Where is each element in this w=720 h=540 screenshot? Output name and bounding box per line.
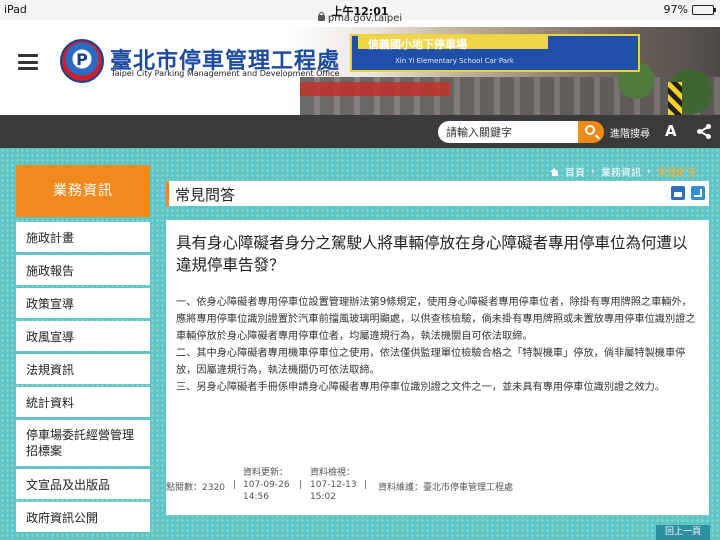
site-header: 信義國小地下停車場 Xin Yi Elementary School Car P… [0, 27, 720, 115]
sidebar-item-ethics-promotion[interactable]: 政風宣導 [16, 321, 150, 351]
faq-answer: 一、依身心障礙者專用停車位設置管理辦法第9條規定，使用身心障礙者專用停車位者，除… [176, 294, 699, 396]
sidebar-item-policy-plan[interactable]: 施政計畫 [16, 222, 150, 252]
answer-paragraph: 二、其中身心障礙者專用機車停車位之使用，依法僅供監理單位檢驗合格之「特製機車」停… [176, 348, 686, 376]
updated-date: 107-09-26 [243, 480, 290, 490]
breadcrumb-separator: › [591, 166, 595, 177]
banner-sign-text: 信義國小地下停車場 [368, 38, 467, 51]
sidebar-item-parking-tender[interactable]: 停車場委託經營管理招標案 [16, 420, 150, 466]
checked-info: 資料檢視： 107-12-13 15:02 [310, 467, 357, 503]
view-count-value: 2320 [202, 483, 225, 493]
sidebar-item-publications[interactable]: 文宣品及出版品 [16, 469, 150, 499]
search-button[interactable] [578, 121, 604, 143]
site-subtitle: Taipei City Parking Management and Devel… [111, 69, 340, 78]
back-icon[interactable] [691, 186, 705, 200]
sidebar-header: 業務資訊 [16, 165, 150, 217]
search-box [438, 121, 604, 143]
faq-question: 具有身心障礙者身分之駕駛人將車輛停放在身心障礙者專用停車位為何遭以違規停車告發？ [176, 234, 688, 274]
share-icon[interactable] [697, 124, 711, 139]
sidebar-menu: 施政計畫 施政報告 政策宣導 政風宣導 法規資訊 統計資料 停車場委託經營管理招… [16, 222, 150, 535]
breadcrumb: 首頁 › 業務資訊 › 常見問答 [550, 164, 697, 179]
updated-time: 14:56 [243, 492, 269, 502]
font-size-icon[interactable]: A [665, 122, 677, 140]
url-text: pma.gov.taipei [327, 13, 403, 24]
divider: | [364, 480, 368, 490]
search-input[interactable] [438, 121, 578, 143]
divider: | [299, 480, 303, 490]
page-title: 常見問答 [175, 186, 236, 204]
home-icon [550, 167, 559, 176]
maintainer-value: 臺北市停車管理工程處 [423, 483, 514, 493]
maintainer-info: 資料維護：臺北市停車管理工程處 [378, 480, 513, 493]
sidebar-item-policy-report[interactable]: 施政報告 [16, 255, 150, 285]
banner-photo-red-sign [300, 82, 450, 96]
sidebar-item-statistics[interactable]: 統計資料 [16, 387, 150, 417]
view-count-label: 點閱數： [166, 483, 203, 493]
back-to-previous-button[interactable]: 回上一頁 [656, 525, 710, 540]
banner-sign-subtext: Xin Yi Elementary School Car Park [395, 57, 514, 65]
updated-label: 資料更新： [243, 468, 289, 478]
answer-paragraph: 一、依身心障礙者專用停車位設置管理辦法第9條規定，使用身心障礙者專用停車位者，除… [176, 297, 696, 342]
breadcrumb-separator: › [647, 166, 651, 177]
advanced-search-link[interactable]: 進階搜尋 [610, 125, 650, 140]
maintainer-label: 資料維護： [378, 483, 424, 493]
answer-paragraph: 三、另身心障礙者手冊係申請身心障礙者專用停車位識別證之文件之一，並未具有專用停車… [176, 382, 665, 393]
view-count: 點閱數：2320 [166, 480, 225, 493]
updated-info: 資料更新： 107-09-26 14:56 [243, 467, 290, 503]
sidebar-item-regulations[interactable]: 法規資訊 [16, 354, 150, 384]
breadcrumb-current: 常見問答 [657, 168, 697, 179]
site-logo[interactable]: P [60, 39, 104, 83]
search-icon [585, 125, 595, 135]
sidebar-item-policy-promotion[interactable]: 政策宣導 [16, 288, 150, 318]
main-area: 首頁 › 業務資訊 › 常見問答 業務資訊 施政計畫 施政報告 政策宣導 政風宣… [0, 148, 720, 540]
lock-icon [317, 12, 325, 21]
divider: | [233, 480, 237, 490]
sidebar-item-open-government-info[interactable]: 政府資訊公開 [16, 502, 150, 532]
page-title-bar: 常見問答 [166, 181, 709, 206]
top-toolbar: 進階搜尋 A [0, 115, 720, 148]
logo-letter: P [76, 50, 88, 69]
checked-label: 資料檢視： [310, 468, 356, 478]
menu-icon[interactable] [18, 54, 38, 70]
breadcrumb-home[interactable]: 首頁 [565, 164, 585, 179]
breadcrumb-section[interactable]: 業務資訊 [601, 164, 641, 179]
checked-time: 15:02 [310, 492, 336, 502]
address-bar[interactable]: pma.gov.taipei [0, 12, 720, 27]
print-icon[interactable] [671, 186, 685, 200]
checked-date: 107-12-13 [310, 480, 357, 490]
banner-photo-hazard-post [668, 82, 682, 115]
